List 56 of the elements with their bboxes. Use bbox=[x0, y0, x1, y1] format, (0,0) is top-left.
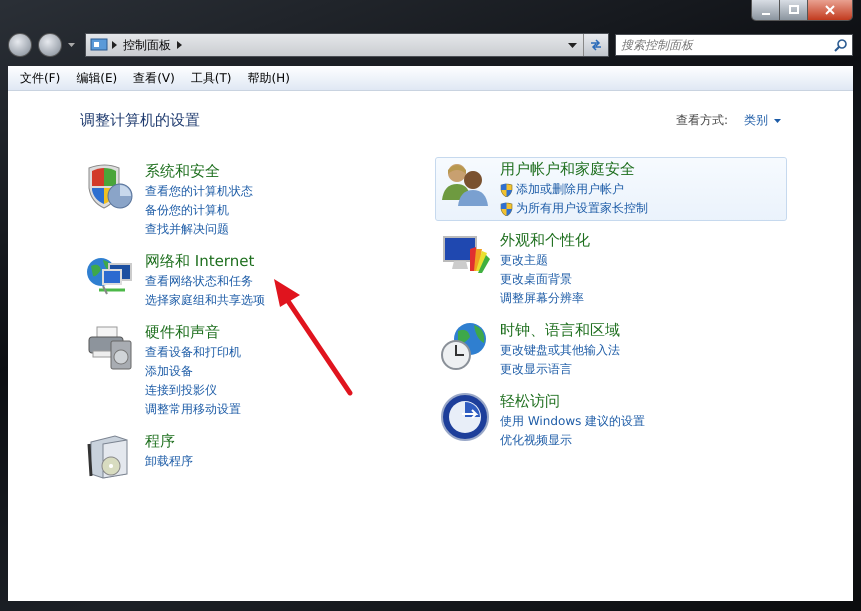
task-link[interactable]: 连接到投影仪 bbox=[145, 381, 217, 400]
menu-item[interactable]: 帮助(H) bbox=[242, 68, 296, 88]
page-heading: 调整计算机的设置 bbox=[80, 111, 200, 130]
task-link[interactable]: 查找并解决问题 bbox=[145, 220, 229, 239]
category-link[interactable]: 系统和安全 bbox=[145, 162, 220, 180]
dropdown-caret-icon[interactable] bbox=[68, 43, 75, 47]
task-link[interactable]: 备份您的计算机 bbox=[145, 201, 229, 220]
close-icon bbox=[825, 5, 835, 15]
accessibility-icon bbox=[440, 392, 490, 442]
refresh-icon bbox=[589, 39, 603, 51]
category-link[interactable]: 时钟、语言和区域 bbox=[500, 321, 620, 339]
menu-item[interactable]: 文件(F) bbox=[14, 68, 66, 88]
task-link[interactable]: 更改显示语言 bbox=[500, 360, 572, 379]
category-link[interactable]: 网络和 Internet bbox=[145, 252, 254, 270]
task-link[interactable]: 更改键盘或其他输入法 bbox=[500, 341, 620, 360]
menu-item[interactable]: 查看(V) bbox=[127, 68, 181, 88]
minimize-button[interactable] bbox=[752, 0, 780, 20]
task-link[interactable]: 调整屏幕分辨率 bbox=[500, 289, 584, 308]
refresh-button[interactable] bbox=[583, 34, 608, 56]
category-link[interactable]: 硬件和声音 bbox=[145, 323, 220, 341]
search-icon[interactable] bbox=[834, 39, 847, 52]
close-button[interactable] bbox=[808, 0, 852, 20]
address-bar[interactable]: 控制面板 bbox=[85, 33, 609, 57]
dropdown-caret-icon[interactable] bbox=[568, 42, 577, 48]
task-link[interactable]: 优化视频显示 bbox=[500, 431, 572, 450]
task-link[interactable]: 卸载程序 bbox=[145, 452, 193, 471]
task-link[interactable]: 查看设备和打印机 bbox=[145, 343, 241, 362]
forward-button[interactable] bbox=[38, 33, 62, 57]
task-link[interactable]: 添加或删除用户帐户 bbox=[516, 180, 624, 199]
category-link[interactable]: 用户帐户和家庭安全 bbox=[500, 160, 635, 178]
task-link[interactable]: 为所有用户设置家长控制 bbox=[516, 199, 648, 218]
category-link[interactable]: 轻松访问 bbox=[500, 392, 560, 410]
search-field[interactable]: 搜索控制面板 bbox=[615, 34, 853, 56]
breadcrumb[interactable]: 控制面板 bbox=[123, 36, 171, 54]
task-link[interactable]: 查看网络状态和任务 bbox=[145, 272, 253, 291]
chevron-icon[interactable] bbox=[112, 41, 117, 49]
task-link[interactable]: 添加设备 bbox=[145, 362, 193, 381]
task-link[interactable]: 查看您的计算机状态 bbox=[145, 182, 253, 201]
caret-icon bbox=[774, 118, 781, 122]
maximize-icon bbox=[788, 5, 798, 15]
minimize-icon bbox=[762, 12, 770, 14]
task-link[interactable]: 调整常用移动设置 bbox=[145, 400, 241, 419]
menu-item[interactable]: 编辑(E) bbox=[70, 68, 124, 88]
task-link[interactable]: 使用 Windows 建议的设置 bbox=[500, 412, 646, 431]
chevron-icon[interactable] bbox=[177, 41, 182, 49]
category-link[interactable]: 外观和个性化 bbox=[500, 231, 590, 249]
menu-item[interactable]: 工具(T) bbox=[184, 68, 238, 88]
task-link[interactable]: 更改桌面背景 bbox=[500, 270, 572, 289]
control-panel-icon bbox=[90, 38, 108, 52]
view-by-label: 查看方式: bbox=[676, 112, 728, 129]
task-link[interactable]: 选择家庭组和共享选项 bbox=[145, 291, 265, 310]
maximize-button[interactable] bbox=[780, 0, 808, 20]
task-link[interactable]: 更改主题 bbox=[500, 251, 548, 270]
category-link[interactable]: 程序 bbox=[145, 432, 175, 450]
view-by-dropdown[interactable]: 类别 bbox=[744, 112, 781, 129]
back-button[interactable] bbox=[8, 33, 32, 57]
